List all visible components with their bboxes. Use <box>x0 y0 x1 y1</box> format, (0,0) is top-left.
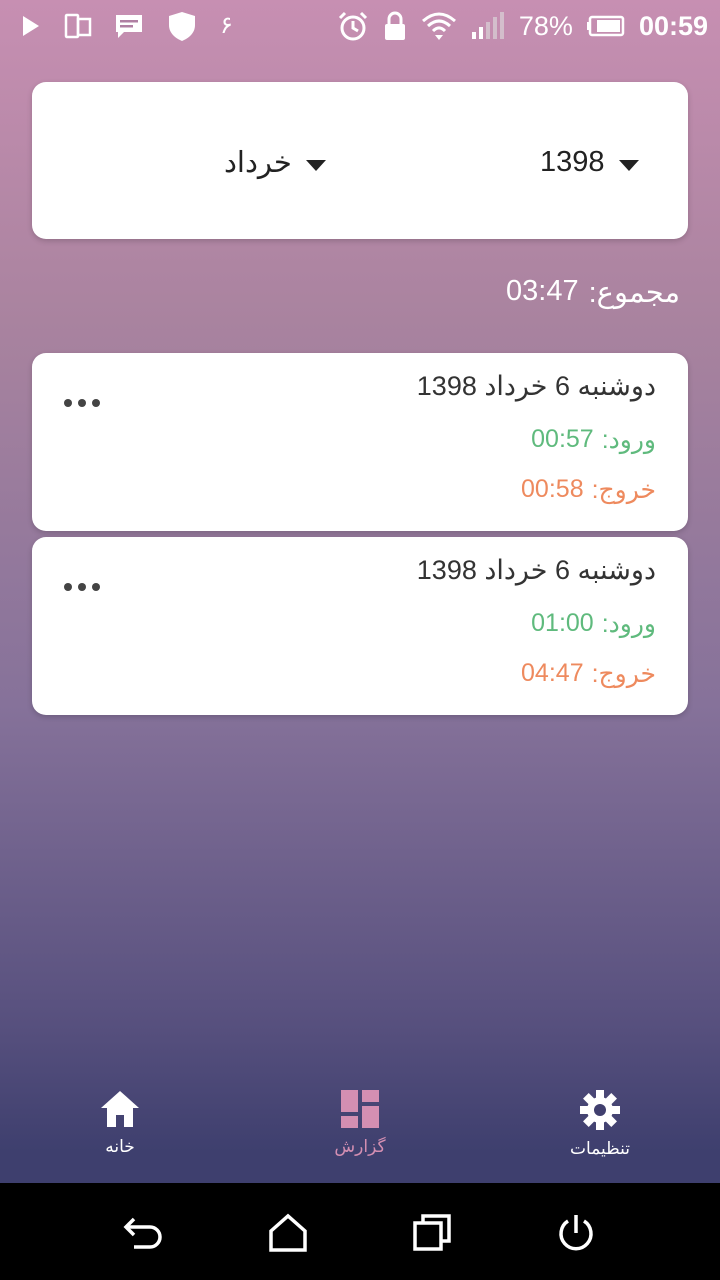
alarm-icon <box>337 10 369 42</box>
clock-time: 00:59 <box>638 11 708 41</box>
status-bar: ۶ 78% 00:59 <box>0 0 720 52</box>
entry-out-line: خروج: 04:47 <box>521 659 656 689</box>
total-value: 03:47 <box>506 275 579 307</box>
home-button-icon[interactable] <box>266 1211 310 1255</box>
battery-percent: 78% <box>518 11 573 41</box>
total-summary: مجموع: 03:47 <box>506 275 680 310</box>
gear-icon <box>580 1090 620 1130</box>
nav-settings[interactable]: تنظیمات <box>530 1089 670 1173</box>
year-dropdown[interactable]: 1398 <box>540 142 639 182</box>
month-dropdown[interactable]: خرداد <box>224 142 326 182</box>
nav-report-label: گزارش <box>334 1137 386 1157</box>
attendance-entry[interactable]: دوشنبه 6 خرداد 1398 ورود: 00:57 خروج: 00… <box>32 353 688 531</box>
signal-icon <box>471 12 505 40</box>
entry-in-time: 00:57 <box>531 425 594 453</box>
entry-out-label: خروج: <box>591 476 656 504</box>
power-icon[interactable] <box>554 1211 598 1255</box>
caret-down-icon <box>618 159 639 171</box>
entry-in-line: ورود: 01:00 <box>531 609 656 639</box>
dashboard-icon <box>341 1090 379 1128</box>
nav-home-label: خانه <box>105 1137 135 1157</box>
bottom-navigation: خانه گزارش تنظیمات <box>0 1075 720 1183</box>
entry-date: دوشنبه 6 خرداد 1398 <box>416 371 656 401</box>
total-label: مجموع: <box>588 277 680 309</box>
back-icon[interactable] <box>122 1211 166 1255</box>
multi-window-icon <box>64 12 92 40</box>
entry-out-line: خروج: 00:58 <box>521 475 656 505</box>
entry-out-time: 04:47 <box>521 659 584 687</box>
wifi-icon <box>421 11 457 41</box>
attendance-entry[interactable]: دوشنبه 6 خرداد 1398 ورود: 01:00 خروج: 04… <box>32 537 688 715</box>
play-store-icon <box>20 13 42 39</box>
entry-in-label: ورود: <box>601 610 656 638</box>
entry-date: دوشنبه 6 خرداد 1398 <box>416 555 656 585</box>
home-icon <box>101 1091 139 1127</box>
more-options-icon[interactable] <box>64 391 100 415</box>
recent-apps-icon[interactable] <box>410 1211 454 1255</box>
battery-icon <box>586 15 625 37</box>
shield-icon <box>166 10 198 42</box>
caret-down-icon <box>305 159 326 171</box>
filter-card: 1398 خرداد <box>32 82 688 239</box>
nav-settings-label: تنظیمات <box>570 1139 630 1159</box>
month-value: خرداد <box>224 146 292 179</box>
message-icon <box>114 12 144 40</box>
entry-in-label: ورود: <box>601 426 656 454</box>
year-value: 1398 <box>540 145 605 178</box>
nav-report[interactable]: گزارش <box>290 1089 430 1173</box>
more-options-icon[interactable] <box>64 575 100 599</box>
system-navigation-bar <box>0 1183 720 1280</box>
nav-home[interactable]: خانه <box>50 1089 190 1173</box>
entry-out-time: 00:58 <box>521 475 584 503</box>
entry-out-label: خروج: <box>591 660 656 688</box>
lock-icon <box>383 11 407 41</box>
entry-in-time: 01:00 <box>531 609 594 637</box>
notification-digit: ۶ <box>220 12 233 39</box>
entry-in-line: ورود: 00:57 <box>531 425 656 455</box>
